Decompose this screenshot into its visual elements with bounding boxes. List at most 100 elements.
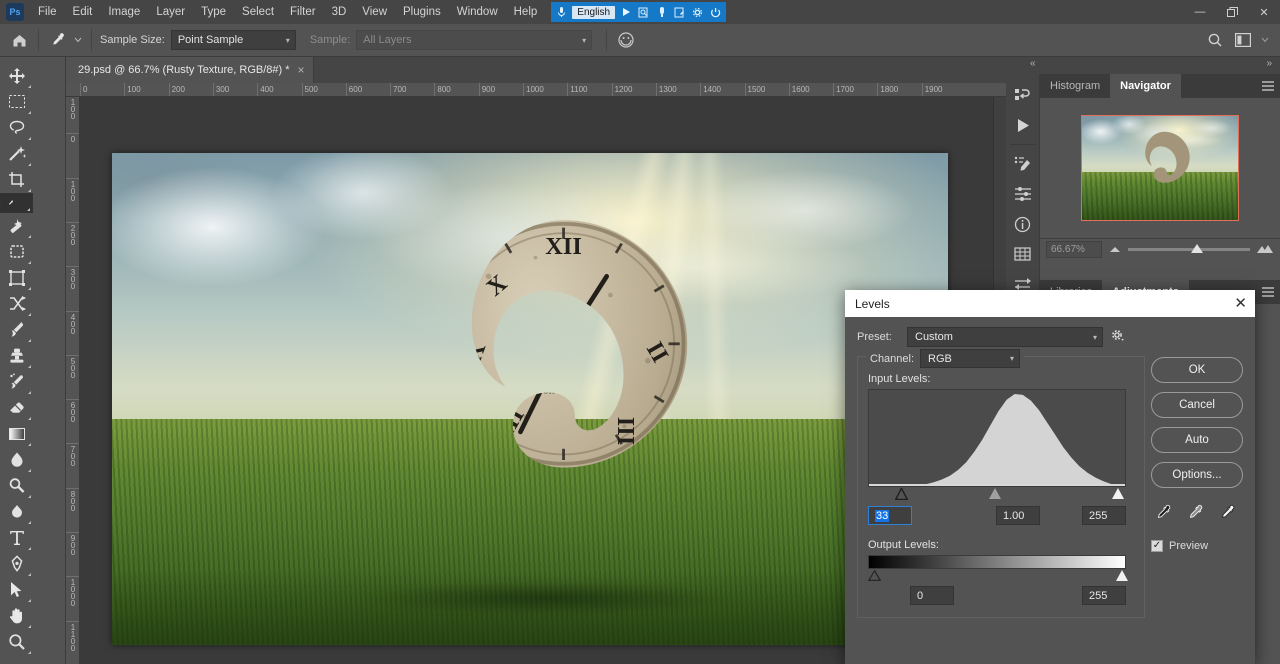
input-black-field[interactable]: 33 — [868, 506, 912, 525]
dodge-tool[interactable] — [0, 473, 33, 499]
power-icon[interactable] — [708, 5, 723, 20]
more-tools[interactable] — [0, 655, 33, 664]
play-icon[interactable] — [618, 5, 633, 20]
options-button[interactable]: Options... — [1151, 462, 1243, 488]
mic-icon[interactable] — [554, 5, 569, 20]
dock-collapse-bar[interactable]: « » — [1006, 57, 1280, 74]
menu-item-edit[interactable]: Edit — [65, 0, 101, 24]
shuffle-tool[interactable] — [0, 291, 33, 317]
midtone-slider[interactable] — [989, 488, 1001, 499]
set-black-point-icon[interactable] — [1154, 503, 1172, 521]
menu-item-view[interactable]: View — [354, 0, 395, 24]
channel-select[interactable]: RGB ▾ — [920, 349, 1021, 368]
input-white-field[interactable]: 255 — [1082, 506, 1126, 525]
edit-doc-icon[interactable] — [672, 5, 687, 20]
navigator-thumbnail[interactable] — [1081, 115, 1239, 221]
eyedropper-icon[interactable] — [45, 28, 71, 52]
menu-item-plugins[interactable]: Plugins — [395, 0, 449, 24]
cancel-button[interactable]: Cancel — [1151, 392, 1243, 418]
search-icon[interactable] — [1202, 28, 1228, 52]
workspace-icon[interactable] — [1230, 28, 1256, 52]
info-icon[interactable] — [1008, 209, 1038, 239]
brush-tool[interactable] — [0, 317, 33, 343]
navigator-thumbnail-area[interactable] — [1040, 98, 1280, 238]
lasso-tool[interactable] — [0, 115, 33, 141]
move-tool[interactable] — [0, 63, 33, 89]
language-label[interactable]: English — [572, 5, 616, 19]
restore-button[interactable] — [1216, 0, 1248, 24]
menu-item-type[interactable]: Type — [193, 0, 234, 24]
auto-button[interactable]: Auto — [1151, 427, 1243, 453]
close-button[interactable]: ✕ — [1248, 0, 1280, 24]
panel-menu-icon-2[interactable] — [1256, 280, 1280, 304]
pen-tool[interactable] — [0, 551, 33, 577]
menu-item-window[interactable]: Window — [449, 0, 506, 24]
clone-stamp-tool[interactable] — [0, 343, 33, 369]
sample-select[interactable]: All Layers ▾ — [356, 30, 593, 50]
zoom-out-icon[interactable] — [1108, 244, 1122, 256]
output-white-slider[interactable] — [1116, 570, 1128, 581]
output-black-slider[interactable] — [868, 570, 881, 581]
frame-tool[interactable] — [0, 265, 33, 291]
tab-histogram[interactable]: Histogram — [1040, 74, 1111, 98]
burn-tool[interactable] — [0, 499, 33, 525]
output-black-field[interactable]: 0 — [910, 586, 954, 605]
marquee-tool[interactable] — [0, 89, 33, 115]
eyedropper-tool[interactable] — [0, 193, 33, 213]
input-gamma-field[interactable]: 1.00 — [996, 506, 1040, 525]
collapse-right-icon[interactable]: » — [1266, 58, 1272, 69]
artboard-canvas[interactable]: XII II III VIII IX X Anderson and Mitche… — [112, 153, 948, 645]
sample-size-select[interactable]: Point Sample ▾ — [170, 30, 296, 50]
adjustments-sliders-icon[interactable] — [1008, 179, 1038, 209]
menu-item-image[interactable]: Image — [100, 0, 148, 24]
healing-brush-tool[interactable] — [0, 213, 33, 239]
layers-grid-icon[interactable] — [1008, 239, 1038, 269]
language-toolbar[interactable]: English — [551, 2, 727, 22]
menu-item-filter[interactable]: Filter — [282, 0, 324, 24]
set-white-point-icon[interactable] — [1218, 503, 1236, 521]
zoom-in-icon[interactable] — [1256, 243, 1274, 257]
preview-row[interactable]: ✓ Preview — [1151, 540, 1243, 552]
menu-item-layer[interactable]: Layer — [148, 0, 193, 24]
output-white-field[interactable]: 255 — [1082, 586, 1126, 605]
vertical-ruler[interactable]: -100 0 100 200 300 400 500 600 700 800 900 1000 1100 — [66, 97, 80, 664]
navigator-zoom-slider[interactable] — [1128, 241, 1250, 258]
preset-gear-icon[interactable] — [1111, 329, 1124, 345]
eraser-tool[interactable] — [0, 395, 33, 421]
navigator-zoom-field[interactable]: 66.67% — [1046, 241, 1102, 258]
actions-play-icon[interactable] — [1008, 110, 1038, 140]
workspace-chevron-icon[interactable] — [1258, 28, 1272, 52]
menu-item-3d[interactable]: 3D — [324, 0, 355, 24]
crop-tool[interactable] — [0, 167, 33, 193]
history-icon[interactable] — [1008, 80, 1038, 110]
white-point-slider[interactable] — [1112, 488, 1124, 499]
preview-checkbox[interactable]: ✓ — [1151, 540, 1163, 552]
zoom-tool[interactable] — [0, 629, 33, 655]
preset-select[interactable]: Custom ▾ — [907, 327, 1103, 347]
tool-preset-chevron-icon[interactable] — [71, 28, 85, 52]
tab-navigator[interactable]: Navigator — [1110, 74, 1181, 98]
levels-dialog[interactable]: Levels ✕ Preset: Custom ▾ Channel: RGB ▾… — [845, 290, 1255, 664]
panel-menu-icon[interactable] — [1256, 74, 1280, 98]
horizontal-ruler[interactable]: 0 100 200 300 400 500 600 700 800 900 1000 1100 1200… — [66, 83, 1006, 97]
minimize-button[interactable]: — — [1184, 0, 1216, 24]
set-gray-point-icon[interactable] — [1186, 503, 1204, 521]
patch-tool[interactable] — [0, 239, 33, 265]
menu-item-select[interactable]: Select — [234, 0, 282, 24]
usb-icon[interactable] — [654, 5, 669, 20]
history-brush-tool[interactable] — [0, 369, 33, 395]
hand-tool[interactable] — [0, 603, 33, 629]
document-tab[interactable]: 29.psd @ 66.7% (Rusty Texture, RGB/8#) *… — [66, 57, 314, 83]
type-tool[interactable] — [0, 525, 33, 551]
gear-icon[interactable] — [690, 5, 705, 20]
menu-item-file[interactable]: File — [30, 0, 65, 24]
menu-item-help[interactable]: Help — [506, 0, 546, 24]
blur-tool[interactable] — [0, 447, 33, 473]
path-selection-tool[interactable] — [0, 577, 33, 603]
close-icon[interactable]: ✕ — [1234, 296, 1247, 311]
magic-wand-tool[interactable] — [0, 141, 33, 167]
collapse-left-icon[interactable]: « — [1030, 58, 1036, 69]
slider-knob[interactable] — [1191, 244, 1204, 253]
home-icon[interactable] — [6, 28, 32, 52]
search-doc-icon[interactable] — [636, 5, 651, 20]
